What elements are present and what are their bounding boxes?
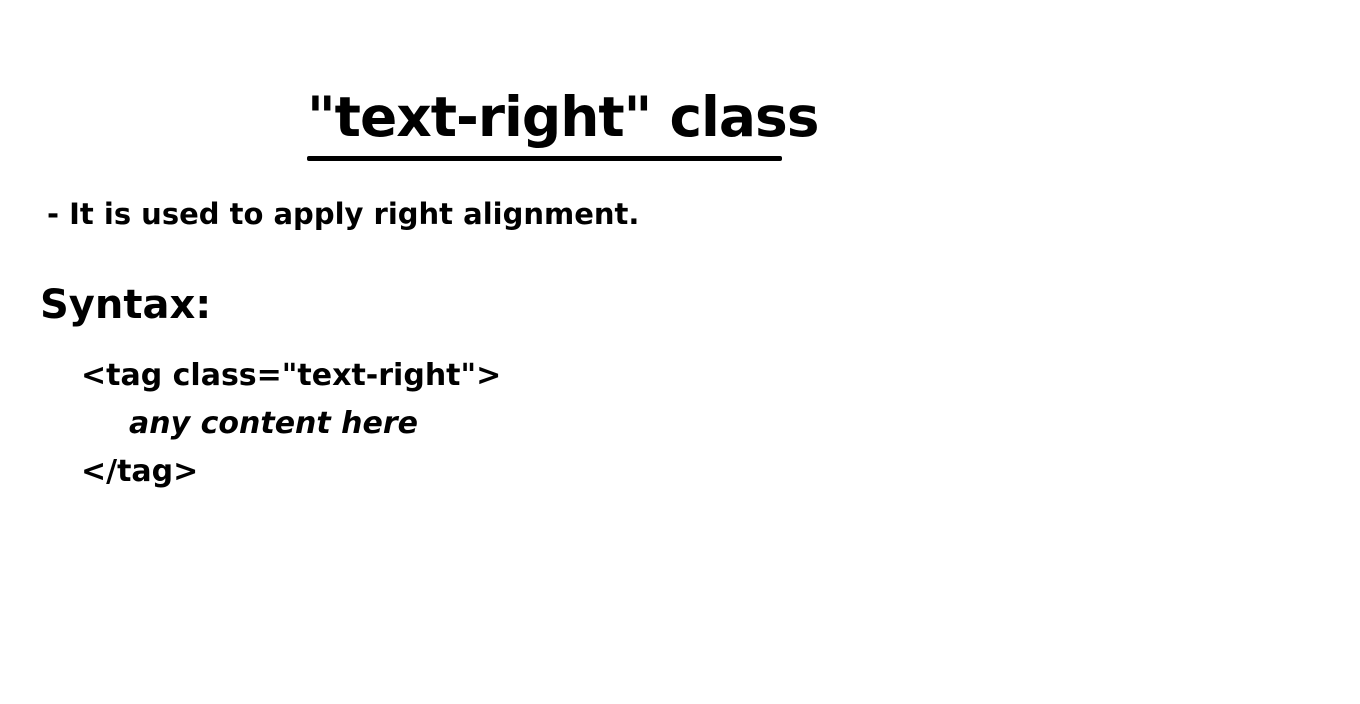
title-underline bbox=[307, 156, 782, 161]
description-text: - It is used to apply right alignment. bbox=[47, 197, 640, 231]
title-block: "text-right" class bbox=[307, 78, 819, 162]
code-content-line: any content here bbox=[129, 406, 419, 441]
page: { "title": "\"text-right\" class", "desc… bbox=[0, 0, 1360, 704]
code-closing-tag: </tag> bbox=[81, 454, 199, 489]
page-title: "text-right" class bbox=[307, 85, 819, 149]
syntax-heading: Syntax: bbox=[40, 282, 212, 328]
code-opening-tag: <tag class="text-right"> bbox=[81, 358, 502, 393]
